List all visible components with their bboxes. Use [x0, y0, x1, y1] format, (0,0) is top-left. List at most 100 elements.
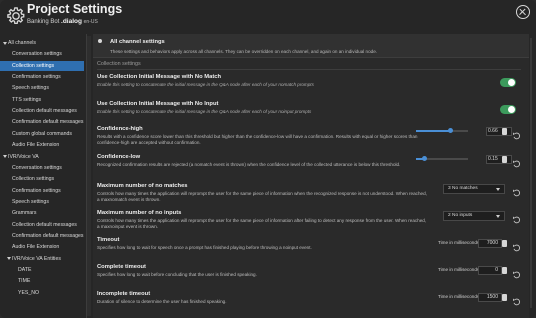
sidebar-item-label: Confirmation default messages — [12, 119, 84, 126]
setting-title: Confidence-high — [97, 126, 143, 132]
sidebar-item-label: Conversation settings — [12, 51, 62, 58]
sidebar-scrollbar[interactable] — [87, 36, 91, 316]
sidebar-item[interactable]: All channels — [0, 38, 84, 48]
main-scrollbar[interactable] — [530, 38, 532, 308]
project-settings-window: Project Settings Banking Bot .dialog en-… — [0, 0, 536, 318]
unit-label: Time in milliseconds — [438, 294, 480, 299]
slider-knob[interactable] — [448, 128, 453, 133]
time-input[interactable]: 0 — [478, 266, 502, 275]
confidence-slider[interactable] — [416, 156, 468, 161]
sidebar-item[interactable]: Confirmation default messages — [0, 117, 84, 127]
setting-description: Controls how many times the application … — [97, 218, 427, 230]
setting-title: Complete timeout — [97, 264, 146, 270]
slider-knob[interactable] — [422, 156, 427, 161]
sidebar-item[interactable]: Audio File Extension — [0, 242, 84, 252]
dropdown-select[interactable]: 2 No inputs — [443, 211, 505, 221]
sidebar-item-label: All channels — [8, 40, 36, 46]
dropdown-select[interactable]: 3 No matches — [443, 184, 505, 194]
sidebar-item[interactable]: Collection default messages — [0, 220, 84, 230]
dropdown-value: 2 No inputs — [448, 213, 473, 218]
section-title: Collection settings — [97, 61, 141, 67]
sidebar-item[interactable]: Confirmation settings — [0, 72, 84, 82]
stepper-icon[interactable] — [502, 156, 507, 163]
value-text: 7000 — [486, 240, 498, 246]
sidebar-item[interactable]: Conversation settings — [0, 49, 84, 59]
reset-icon[interactable] — [512, 127, 521, 140]
sidebar-item-label: Collection default messages — [12, 108, 77, 115]
time-input[interactable]: 1500 — [478, 293, 502, 302]
value-input[interactable]: 0.66 — [486, 127, 512, 136]
sidebar-item-label: Speech settings — [12, 198, 49, 205]
sidebar-item-label: Confirmation settings — [12, 187, 61, 194]
section-divider — [97, 69, 521, 70]
chevron-down-icon[interactable] — [3, 41, 7, 45]
sidebar-item[interactable]: Collection settings — [0, 174, 84, 184]
reset-icon[interactable] — [512, 293, 521, 306]
stepper-icon[interactable] — [502, 294, 507, 301]
slider-fill — [416, 130, 450, 132]
sidebar-item-label: YES_NO — [18, 289, 40, 296]
setting-title: Use Collection Initial Message with No M… — [97, 74, 222, 80]
sidebar-item[interactable]: IVR/Voice VA Entities — [0, 254, 84, 264]
chevron-down-icon[interactable] — [7, 257, 11, 261]
sidebar-item-label: Confirmation settings — [12, 74, 61, 81]
reset-icon[interactable] — [512, 211, 521, 224]
setting-description: Duration of silence to determine the use… — [97, 299, 227, 304]
bot-name: Banking Bot — [27, 19, 60, 25]
sidebar-item[interactable]: Speech settings — [0, 197, 84, 207]
sidebar-item[interactable]: Confirmation settings — [0, 186, 84, 196]
time-input[interactable]: 7000 — [478, 239, 502, 248]
setting-description: Results with a confidence score lower th… — [97, 134, 418, 146]
sidebar-item[interactable]: Custom global commands — [0, 129, 84, 139]
chevron-down-icon — [496, 215, 500, 218]
sidebar-item[interactable]: DATE — [0, 265, 84, 275]
confidence-slider[interactable] — [416, 128, 468, 133]
panel-title: All channel settings — [110, 39, 165, 45]
sidebar-item[interactable]: IVR/Voice VA — [0, 152, 84, 162]
file-extension: .dialog — [61, 18, 82, 25]
sidebar-item[interactable]: TTS settings — [0, 95, 84, 105]
close-icon[interactable] — [516, 5, 530, 19]
sidebar-item[interactable]: TIME — [0, 276, 84, 286]
sidebar-item[interactable]: Collection default messages — [0, 106, 84, 116]
value-text: 0.15 — [488, 156, 498, 162]
setting-description: Specifies how long to wait for speech on… — [97, 245, 312, 250]
reset-icon[interactable] — [512, 155, 521, 168]
bullet-icon — [98, 39, 102, 43]
toggle-switch[interactable] — [500, 78, 516, 87]
reset-icon[interactable] — [512, 184, 521, 197]
chevron-down-icon — [496, 188, 500, 191]
stepper-icon[interactable] — [502, 240, 507, 247]
sidebar-item[interactable]: Confirmation default messages — [0, 231, 84, 241]
toggle-switch[interactable] — [500, 105, 516, 114]
sidebar-item[interactable]: Conversation settings — [0, 163, 84, 173]
dropdown-value: 3 No matches — [448, 186, 478, 191]
sidebar-item[interactable]: Collection settings — [0, 60, 84, 71]
reset-icon[interactable] — [512, 266, 521, 279]
sidebar-item-label: DATE — [18, 267, 32, 273]
sidebar-item[interactable]: Grammars — [0, 208, 84, 218]
sidebar-item-label: TIME — [18, 278, 31, 285]
sidebar-item[interactable]: Speech settings — [0, 83, 84, 93]
setting-title: Maximum number of no matches — [97, 183, 188, 189]
setting-description: Enable this setting to concatenate the i… — [97, 82, 314, 87]
sidebar-item-label: Custom global commands — [12, 130, 72, 137]
stepper-icon[interactable] — [502, 267, 507, 274]
page-title: Project Settings — [27, 2, 123, 16]
sidebar-item-label: IVR/Voice VA Entities — [12, 255, 61, 262]
reset-icon[interactable] — [512, 239, 521, 252]
sidebar-item-label: TTS settings — [12, 96, 42, 103]
setting-title: Confidence-low — [97, 154, 141, 160]
value-input[interactable]: 0.15 — [486, 155, 512, 164]
sidebar-item-label: Collection settings — [12, 176, 55, 183]
sidebar-item-label: Conversation settings — [12, 164, 62, 171]
sidebar-item[interactable]: YES_NO — [0, 288, 84, 298]
stepper-icon[interactable] — [502, 128, 507, 135]
sidebar-item-label: Audio File Extension — [12, 142, 60, 149]
setting-title: Use Collection Initial Message with No I… — [97, 101, 219, 107]
chevron-down-icon[interactable] — [3, 155, 7, 158]
unit-label: Time in milliseconds — [438, 240, 480, 245]
sidebar-item-label: Collection default messages — [12, 221, 77, 228]
panel-header: All channel settings These settings and … — [93, 34, 529, 58]
sidebar-item[interactable]: Audio File Extension — [0, 140, 84, 150]
